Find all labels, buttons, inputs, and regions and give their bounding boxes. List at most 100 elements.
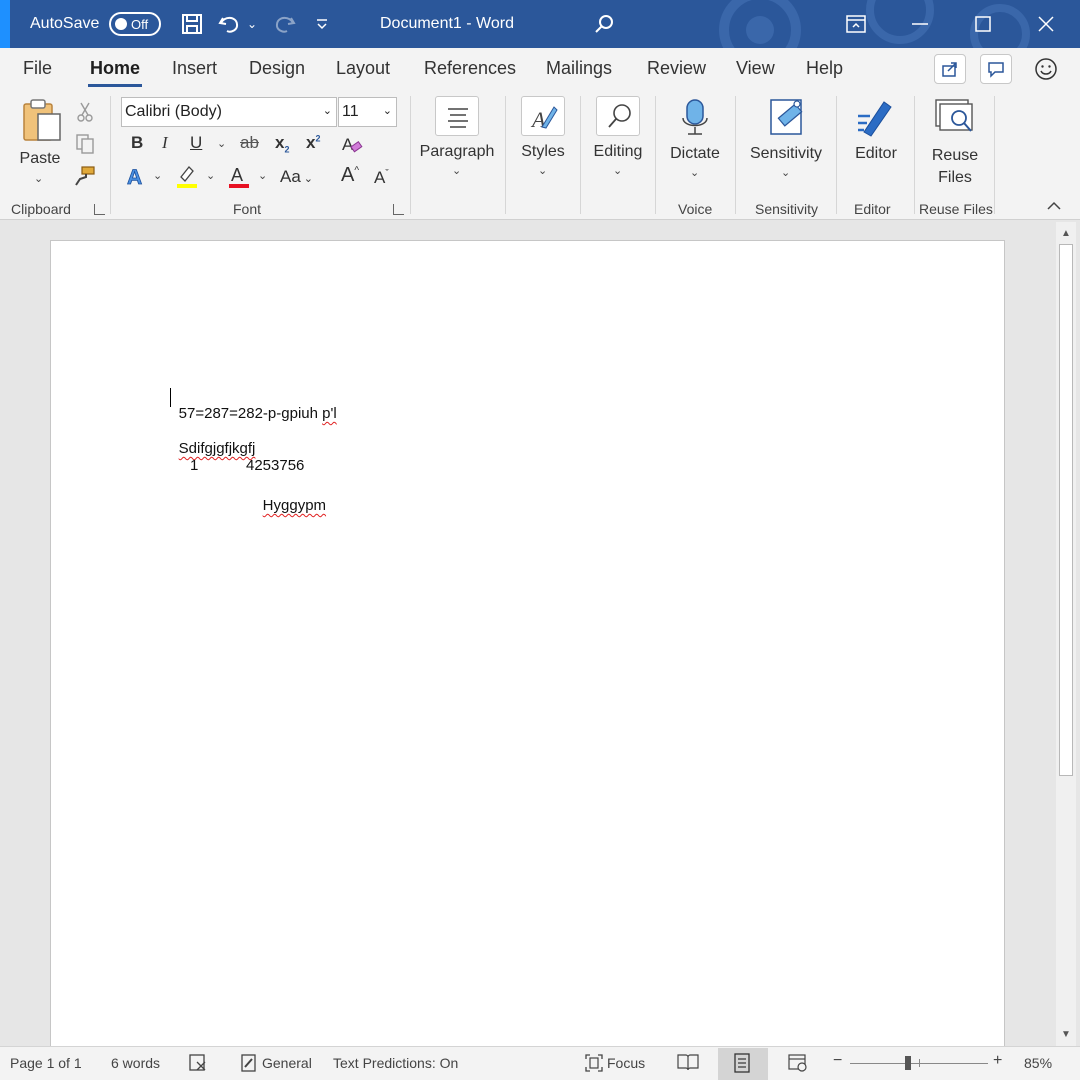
editing-button[interactable]: Editing ⌄ [587,94,649,184]
italic-button[interactable]: I [162,133,168,153]
list-word-text: Hyggypm [262,497,327,514]
vertical-scrollbar[interactable]: ▲ ▼ [1056,222,1076,1046]
font-launcher-icon[interactable] [393,204,404,215]
maximize-icon[interactable] [951,0,1015,48]
tab-design[interactable]: Design [249,58,305,79]
tab-insert[interactable]: Insert [172,58,217,79]
close-icon[interactable] [1014,0,1078,48]
tab-help[interactable]: Help [806,58,843,79]
editor-button[interactable]: Editor [843,94,909,184]
editing-label: Editing [593,143,643,160]
tab-mailings[interactable]: Mailings [546,58,612,79]
scroll-up-icon[interactable]: ▲ [1058,225,1074,241]
collapse-ribbon-icon[interactable] [1044,196,1064,216]
sensitivity-button[interactable]: Sensitivity ⌄ [742,94,830,184]
clear-formatting-icon[interactable]: A [338,130,366,158]
sensitivity-icon [770,99,803,135]
minimize-icon[interactable] [888,0,952,48]
styles-button[interactable]: A Styles ⌄ [512,94,574,184]
read-mode-icon[interactable] [677,1053,699,1074]
undo-icon[interactable] [216,10,244,38]
chevron-down-icon: ⌄ [382,105,392,117]
grow-font-button[interactable]: A^ [341,164,359,187]
change-case-button[interactable]: Aa ⌄ [280,167,313,187]
underline-dropdown-icon[interactable]: ⌄ [217,137,226,150]
line1-text-misspelled: p'l [322,405,337,422]
search-icon[interactable] [590,10,618,38]
reuse-files-label-line2: Files [938,169,972,186]
tab-references[interactable]: References [424,58,516,79]
print-layout-icon[interactable] [733,1053,751,1076]
tab-home[interactable]: Home [87,58,143,87]
zoom-in-icon[interactable]: + [993,1052,1002,1070]
font-color-icon[interactable]: A [225,162,253,190]
ribbon-separator [735,96,736,214]
list-number: 1 [190,457,199,474]
proofing-icon[interactable] [188,1053,208,1076]
bold-button[interactable]: B [131,133,143,153]
paste-dropdown-icon[interactable]: ⌄ [34,172,43,185]
comments-button[interactable] [980,54,1012,84]
superscript-button[interactable]: x2 [306,133,320,153]
sensitivity-status-icon[interactable] [240,1053,258,1076]
list-value[interactable]: 4253756 [246,457,304,474]
ribbon-display-options-icon[interactable] [824,0,888,48]
sensitivity-status[interactable]: General [262,1055,312,1071]
zoom-out-icon[interactable]: − [833,1052,842,1070]
autosave-toggle[interactable]: Off [109,12,161,36]
redo-icon[interactable] [270,10,298,38]
highlight-dropdown-icon[interactable]: ⌄ [206,169,215,182]
font-color-dropdown-icon[interactable]: ⌄ [258,169,267,182]
chevron-down-icon: ⌄ [452,165,462,177]
copy-icon[interactable] [71,130,99,158]
font-name-select[interactable]: Calibri (Body) ⌄ [121,97,337,127]
undo-dropdown-icon[interactable]: ⌄ [242,10,262,38]
ribbon-separator [410,96,411,214]
clipboard-launcher-icon[interactable] [94,204,105,215]
share-button[interactable] [934,54,966,84]
line2-text: Sdifgjgfjkgfj [178,440,256,457]
document-line-2[interactable]: Sdifgjgfjkgfj [162,423,256,474]
focus-label[interactable]: Focus [607,1055,645,1071]
tab-view[interactable]: View [736,58,775,79]
paragraph-button[interactable]: Paragraph ⌄ [414,94,500,184]
shrink-font-button[interactable]: Aˇ [374,168,389,188]
highlight-color-icon[interactable] [173,162,201,190]
scroll-down-icon[interactable]: ▼ [1058,1026,1074,1042]
zoom-level[interactable]: 85% [1024,1055,1052,1071]
list-word[interactable]: Hyggypm [246,480,326,531]
zoom-slider[interactable] [850,1056,988,1070]
tab-file[interactable]: File [23,58,52,79]
customize-quick-access-icon[interactable] [308,10,336,38]
paste-button[interactable]: Paste ⌄ [14,96,66,186]
chevron-down-icon: ⌄ [322,105,332,117]
word-count[interactable]: 6 words [111,1055,160,1071]
ribbon-separator [580,96,581,214]
cut-icon[interactable] [71,98,99,126]
reuse-files-button[interactable]: Reuse Files [918,94,992,186]
underline-button[interactable]: U [190,133,202,153]
zoom-slider-thumb[interactable] [905,1056,911,1070]
chevron-down-icon: ⌄ [690,167,700,179]
feedback-smiley-icon[interactable] [1032,55,1060,83]
ribbon-separator [505,96,506,214]
document-page[interactable]: 57=287=282-p-gpiuh p'l Sdifgjgfjkgfj 1 4… [50,240,1005,1050]
text-predictions-status[interactable]: Text Predictions: On [333,1055,458,1071]
text-cursor [170,388,171,407]
text-effects-icon[interactable]: A [122,162,150,190]
find-icon [596,96,640,136]
format-painter-icon[interactable] [71,162,99,190]
page-count[interactable]: Page 1 of 1 [10,1055,82,1071]
dictate-button[interactable]: Dictate ⌄ [662,94,728,184]
focus-icon[interactable] [584,1053,604,1076]
web-layout-icon[interactable] [788,1053,808,1076]
strikethrough-button[interactable]: ab [240,133,259,153]
tab-review[interactable]: Review [647,58,706,79]
text-effects-dropdown-icon[interactable]: ⌄ [153,169,162,182]
font-size-select[interactable]: 11 ⌄ [338,97,397,127]
chevron-down-icon: ⌄ [538,165,548,177]
tab-layout[interactable]: Layout [336,58,390,79]
scrollbar-thumb[interactable] [1059,244,1073,776]
save-icon[interactable] [178,10,206,38]
subscript-button[interactable]: x2 [275,133,289,154]
